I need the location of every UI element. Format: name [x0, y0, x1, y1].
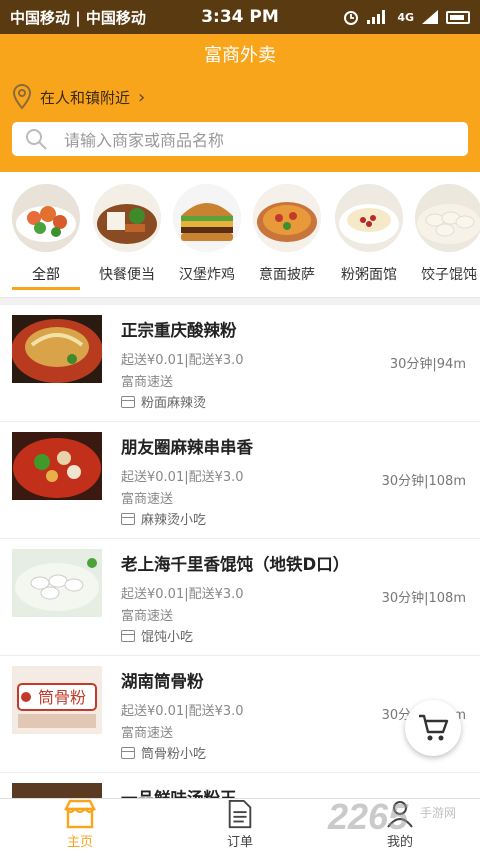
- shop-delivery: 富商速送: [121, 375, 174, 390]
- shop-distance: 30分钟|94m: [389, 357, 466, 372]
- battery-icon: [446, 10, 470, 24]
- watermark-logo: 2265: [328, 796, 409, 837]
- search-bar[interactable]: 请输入商家或商品名称: [12, 122, 468, 156]
- shop-tag-icon: [121, 629, 135, 642]
- category-label: 快餐便当: [99, 267, 155, 283]
- watermark-site: 手游网: [420, 806, 457, 820]
- shop-tag-icon: [121, 746, 135, 759]
- shop-name: 一品鲜味汤粉王: [121, 785, 237, 798]
- category-bar: 全部 快餐便当 汉堡炸鸡 意面披萨 粉粥面馆 饺子馄饨: [0, 172, 480, 297]
- order-list-icon: [228, 799, 252, 829]
- shop-fee: 起送¥0.01|配送¥3.0: [121, 704, 244, 719]
- page-title: 富商外卖: [204, 45, 276, 66]
- category-label: 饺子馄饨: [421, 267, 477, 283]
- category-noodles[interactable]: 粉粥面馆: [333, 184, 405, 284]
- shop-delivery: 富商速送: [121, 726, 174, 741]
- search-icon: [26, 129, 47, 150]
- tab-home-label: 主页: [66, 835, 93, 850]
- shop-delivery: 富商速送: [121, 492, 174, 507]
- shop-tag-icon: [121, 395, 135, 408]
- shop-tag-icon: [121, 512, 135, 525]
- shop-name: 湖南筒骨粉: [121, 672, 204, 691]
- category-image: [93, 184, 161, 252]
- category-fastfood[interactable]: 快餐便当: [91, 184, 163, 284]
- signal-icon-2: [422, 10, 438, 24]
- category-image: [335, 184, 403, 252]
- category-burger[interactable]: 汉堡炸鸡: [171, 184, 243, 284]
- category-image: [12, 184, 80, 252]
- category-image: [415, 184, 480, 252]
- shop-fee: 起送¥0.01|配送¥3.0: [121, 470, 244, 485]
- shop-item[interactable]: 正宗重庆酸辣粉 起送¥0.01|配送¥3.0 30分钟|94m 富商速送 粉面麻…: [0, 305, 480, 422]
- shop-item[interactable]: 老上海千里香馄饨（地铁D口） 起送¥0.01|配送¥3.0 30分钟|108m …: [0, 539, 480, 656]
- shop-item[interactable]: 朋友圈麻辣串串香 起送¥0.01|配送¥3.0 30分钟|108m 富商速送 麻…: [0, 422, 480, 539]
- shop-name: 老上海千里香馄饨（地铁D口）: [121, 555, 350, 574]
- shop-tag: 筒骨粉小吃: [121, 743, 206, 762]
- shop-tag-label: 馄饨小吃: [141, 630, 194, 645]
- category-label: 全部: [32, 267, 60, 283]
- cart-icon: [419, 714, 449, 741]
- category-label: 粉粥面馆: [341, 267, 397, 283]
- shop-thumbnail: [12, 783, 102, 798]
- shop-tag: 馄饨小吃: [121, 626, 193, 645]
- shop-tag: 麻辣烫小吃: [121, 509, 206, 528]
- shop-tag-label: 筒骨粉小吃: [141, 747, 207, 762]
- location-selector[interactable]: 在人和镇附近 ›: [12, 84, 145, 110]
- shop-thumbnail: [12, 315, 102, 383]
- tab-orders-label: 订单: [226, 835, 253, 850]
- shop-name: 朋友圈麻辣串串香: [121, 438, 253, 457]
- signal-icon: [367, 10, 386, 24]
- status-bar: 中国移动 | 中国移动 3:34 PM 4G: [0, 0, 480, 34]
- shop-item[interactable]: 一品鲜味汤粉王: [0, 773, 480, 798]
- category-all[interactable]: 全部: [10, 184, 82, 284]
- chevron-right-icon: ›: [138, 86, 146, 108]
- shop-distance: 30分钟|108m: [381, 474, 466, 489]
- shop-thumbnail: [12, 549, 102, 617]
- header: 富商外卖 在人和镇附近 › 请输入商家或商品名称: [0, 34, 480, 172]
- shop-thumbnail: 筒骨粉: [12, 666, 102, 734]
- status-icons: 4G: [343, 9, 470, 25]
- tab-orders[interactable]: 订单: [160, 799, 320, 853]
- shop-fee: 起送¥0.01|配送¥3.0: [121, 587, 244, 602]
- alarm-icon: [344, 11, 359, 25]
- shop-tag-label: 麻辣烫小吃: [141, 513, 207, 528]
- shop-tag-label: 粉面麻辣烫: [141, 396, 207, 411]
- store-icon: [64, 799, 96, 829]
- shop-fee: 起送¥0.01|配送¥3.0: [121, 353, 244, 368]
- shop-distance: 30分钟|108m: [381, 591, 466, 606]
- shop-delivery: 富商速送: [121, 609, 174, 624]
- search-input[interactable]: 请输入商家或商品名称: [64, 127, 224, 151]
- thumb-sign-text: 筒骨粉: [38, 688, 86, 707]
- category-pizza[interactable]: 意面披萨: [251, 184, 323, 284]
- tab-home[interactable]: 主页: [0, 799, 160, 853]
- shop-thumbnail: [12, 432, 102, 500]
- category-image: [173, 184, 241, 252]
- location-label: 在人和镇附近: [40, 88, 131, 107]
- shop-name: 正宗重庆酸辣粉: [121, 321, 237, 340]
- category-image: [253, 184, 321, 252]
- cart-button[interactable]: [405, 700, 461, 756]
- category-label: 意面披萨: [259, 267, 315, 283]
- section-divider: [0, 297, 480, 305]
- category-dumplings[interactable]: 饺子馄饨: [413, 184, 480, 284]
- network-label: 4G: [397, 10, 414, 24]
- location-pin-icon: [12, 84, 32, 110]
- category-label: 汉堡炸鸡: [179, 267, 235, 283]
- active-category-indicator: [12, 287, 80, 290]
- shop-tag: 粉面麻辣烫: [121, 392, 206, 411]
